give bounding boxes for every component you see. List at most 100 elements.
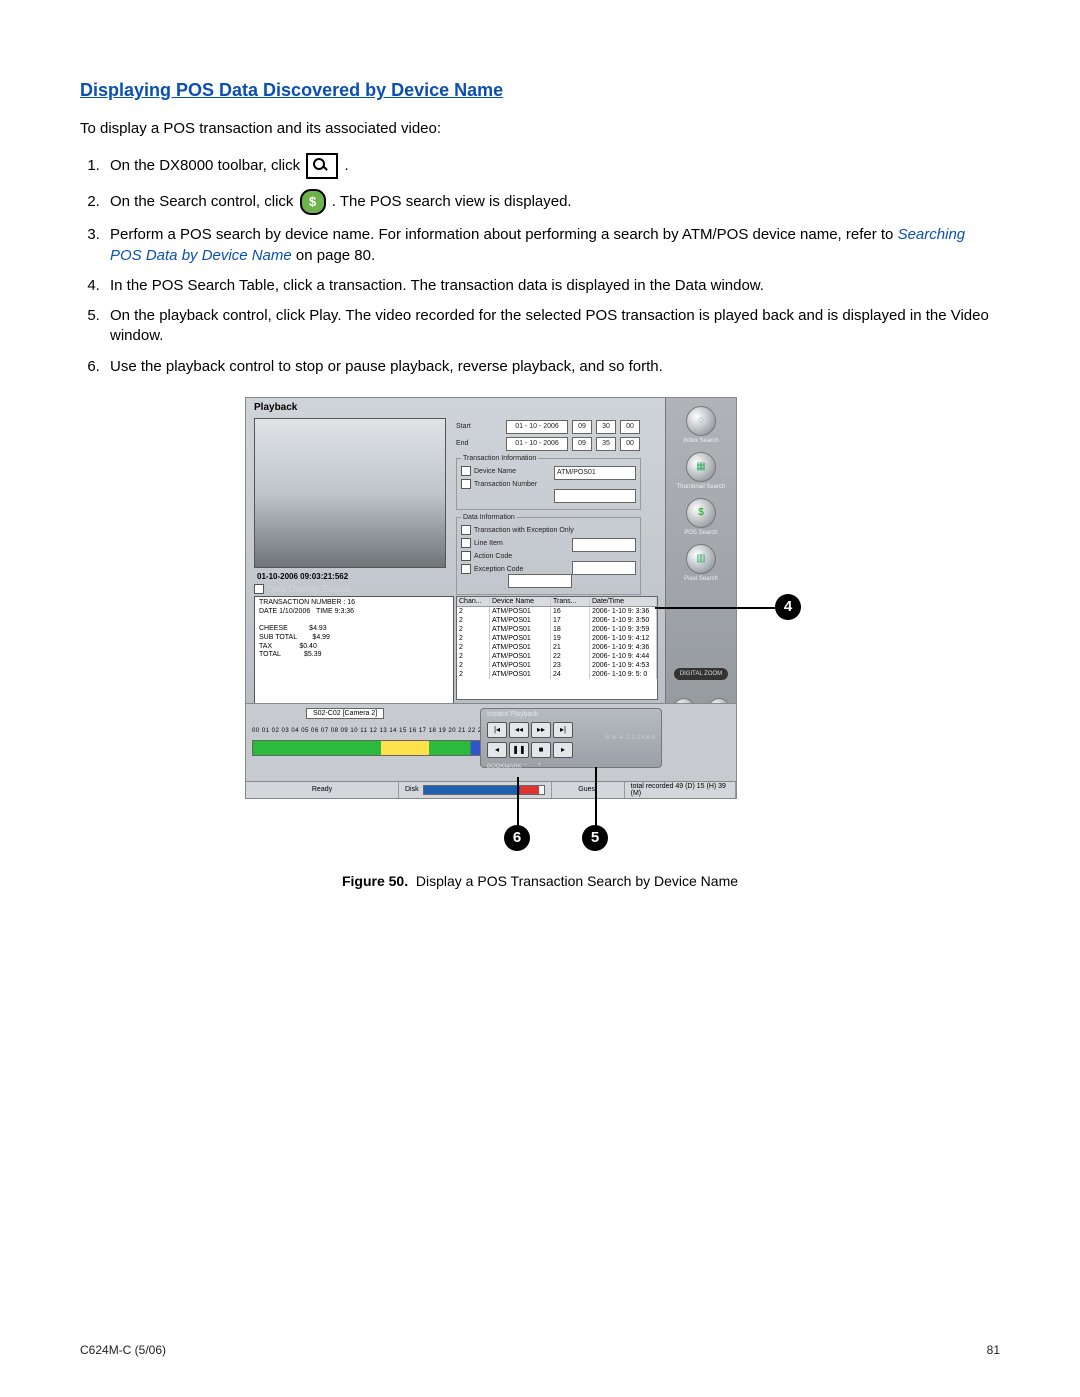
callout-6: 6 [504,825,530,851]
device-name-checkbox[interactable] [461,466,471,476]
trans-number-label: Transaction Number [474,481,537,488]
transaction-info-group: Transaction Information Device Name ATM/… [456,455,641,510]
stop-button[interactable]: ■ [531,742,551,758]
rewind-button[interactable]: ◂◂ [509,722,529,738]
status-disk: Disk [399,782,552,798]
figure-screenshot: Playback 01-10-2006 09:03:21:562 Data Ov… [245,397,835,889]
end-label: End [456,440,502,447]
end-sec[interactable]: 00 [620,437,640,451]
table-row[interactable]: 2ATM/POS01182006- 1-10 9: 3:59 [457,625,657,634]
table-row[interactable]: 2ATM/POS01222006- 1-10 9: 4:44 [457,652,657,661]
col-channel[interactable]: Chan... [457,597,490,606]
action-code-input[interactable] [572,561,636,575]
table-row[interactable]: 2ATM/POS01172006- 1-10 9: 3:50 [457,616,657,625]
end-date-input[interactable]: 01 - 10 - 2006 [506,437,568,451]
playback-control-panel: Instant Playback |◂ ◂◂ ▸▸ ▸| ◂ ❚❚ ■ ▸ [480,708,662,768]
footer-page-number: 81 [987,1343,1000,1357]
skip-forward-button[interactable]: ▸| [553,722,573,738]
col-datetime[interactable]: Date/Time [590,597,657,606]
step-1-post: . [344,157,348,174]
step-1-pre: On the DX8000 toolbar, click [110,157,304,174]
intro-text: To display a POS transaction and its ass… [80,119,1000,139]
status-total-recorded: total recorded 49 (D) 15 (H) 39 (M) [625,782,736,798]
start-min[interactable]: 30 [596,420,616,434]
figure-caption: Figure 50. Display a POS Transaction Sea… [245,813,835,889]
line-item-label: Line Item [474,540,503,547]
camera-selector[interactable]: S02-C02 [Camera 2] [306,708,384,719]
play-reverse-button[interactable]: ◂ [487,742,507,758]
data-info-legend: Data Information [461,514,517,521]
step-2-pre: On the Search control, click [110,193,298,210]
device-name-input[interactable]: ATM/POS01 [554,466,636,480]
bookmark-label: BOOKMARK [487,764,522,770]
start-hour[interactable]: 09 [572,420,592,434]
step-1: On the DX8000 toolbar, click . [104,153,1000,179]
callout-4: 4 [775,594,801,620]
start-sec[interactable]: 00 [620,420,640,434]
data-window: TRANSACTION NUMBER : 16 DATE 1/10/2006 T… [254,596,454,704]
video-timestamp: 01-10-2006 09:03:21:562 [257,572,348,581]
disk-usage-bar [423,785,545,795]
line-item-checkbox[interactable] [461,538,471,548]
table-row[interactable]: 2ATM/POS01242006- 1-10 9: 5: 0 [457,670,657,679]
exception-code-label: Exception Code [474,566,523,573]
play-button[interactable]: ▸ [553,742,573,758]
exception-code-input[interactable] [508,574,572,588]
fast-forward-button[interactable]: ▸▸ [531,722,551,738]
start-label: Start [456,423,502,430]
status-ready: Ready [246,782,399,798]
step-2: On the Search control, click $ . The POS… [104,189,1000,215]
pos-search-button[interactable]: $ [686,498,716,528]
index-search-button[interactable]: ◌ [686,406,716,436]
trans-number-checkbox[interactable] [461,479,471,489]
step-6: Use the playback control to stop or paus… [104,357,1000,377]
step-3-post: on page 80. [296,247,375,264]
panel-title: Playback [254,402,297,413]
speed-scale: -8 -6 -4 -2 0 2 4 6 8 [604,735,655,741]
pos-search-icon: $ [300,189,326,215]
bookmark-next-button[interactable]: + [538,762,550,772]
trans-number-input[interactable] [554,489,636,503]
skip-back-button[interactable]: |◂ [487,722,507,738]
search-icon [306,153,338,179]
thumbnail-search-button[interactable]: ▦ [686,452,716,482]
action-code-label: Action Code [474,553,512,560]
action-code-checkbox[interactable] [461,551,471,561]
start-date-input[interactable]: 01 - 10 - 2006 [506,420,568,434]
pixel-search-button[interactable]: ▥ [686,544,716,574]
end-hour[interactable]: 09 [572,437,592,451]
end-min[interactable]: 35 [596,437,616,451]
exception-only-label: Transaction with Exception Only [474,527,574,534]
data-info-group: Data Information Transaction with Except… [456,514,641,595]
table-row[interactable]: 2ATM/POS01232006- 1-10 9: 4:53 [457,661,657,670]
footer-doc-id: C624M-C (5/06) [80,1343,166,1357]
step-3: Perform a POS search by device name. For… [104,225,1000,266]
callout-5: 5 [582,825,608,851]
step-3-pre: Perform a POS search by device name. For… [110,226,898,243]
data-overlay-enable-label: Data Overlay Enable [267,584,350,594]
digital-zoom-label: DIGITAL ZOOM [674,668,728,680]
exception-code-checkbox[interactable] [461,564,471,574]
thumbnail-search-label: Thumbnail Search [666,484,736,490]
col-trans[interactable]: Trans... [551,597,590,606]
step-4: In the POS Search Table, click a transac… [104,276,1000,296]
timeline-hours: 00 01 02 03 04 05 06 07 08 09 10 11 12 1… [252,728,486,734]
table-row[interactable]: 2ATM/POS01162006- 1-10 9: 3:36 [457,607,657,616]
table-row[interactable]: 2ATM/POS01212006- 1-10 9: 4:36 [457,643,657,652]
table-row[interactable]: 2ATM/POS01192006- 1-10 9: 4:12 [457,634,657,643]
pixel-search-label: Pixel Search [666,576,736,582]
transaction-info-legend: Transaction Information [461,455,538,462]
pause-button[interactable]: ❚❚ [509,742,529,758]
status-bar: Ready Disk Guest total recorded 49 (D) 1… [246,781,736,798]
bookmark-prev-button[interactable]: − [524,762,536,772]
status-guest: Guest [552,782,625,798]
index-search-label: Index Search [666,438,736,444]
line-item-input[interactable] [572,538,636,552]
col-device-name[interactable]: Device Name [490,597,551,606]
data-overlay-enable-checkbox[interactable]: Data Overlay Enable [254,584,350,595]
step-2-post: . The POS search view is displayed. [332,193,572,210]
exception-only-checkbox[interactable] [461,525,471,535]
pos-search-label: POS Search [666,530,736,536]
video-window: 01-10-2006 09:03:21:562 [254,418,446,568]
pos-search-table[interactable]: Chan... Device Name Trans... Date/Time 2… [456,596,658,700]
